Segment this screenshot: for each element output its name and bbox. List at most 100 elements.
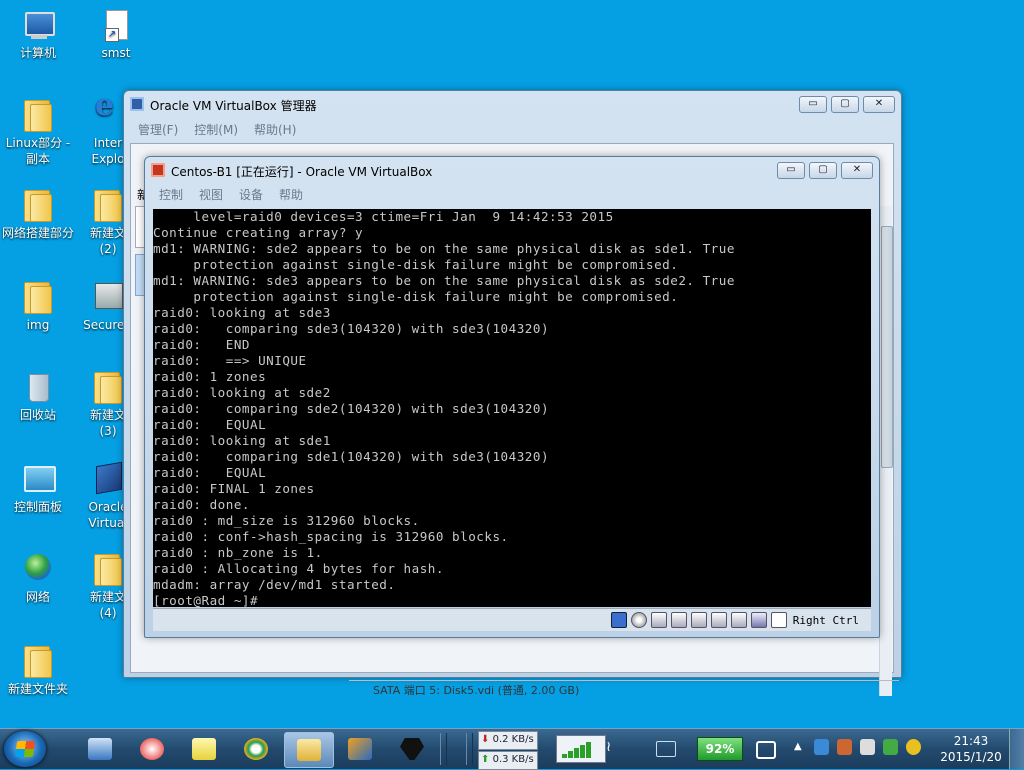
close-button[interactable]: ✕ (863, 96, 895, 113)
control-panel-icon (21, 462, 56, 496)
taskbar-separator[interactable] (466, 733, 473, 765)
vm-title: Centos-B1 [正在运行] - Oracle VM VirtualBox (171, 165, 433, 179)
maximize-button[interactable]: ▢ (831, 96, 859, 113)
optical-drive-icon[interactable] (630, 612, 647, 628)
virtualbox-taskbar-icon (348, 738, 372, 760)
minimize-button[interactable]: ▭ (799, 96, 827, 113)
manager-titlebar[interactable]: Oracle VM VirtualBox 管理器 ▭ ▢ ✕ (124, 91, 901, 117)
wireless-icon[interactable]: ≀ (606, 739, 624, 759)
desktop-icon-network[interactable]: 网络 (2, 552, 74, 605)
vm-window-icon (151, 163, 165, 177)
start-button[interactable] (4, 731, 46, 767)
manager-scrollbar[interactable] (879, 206, 893, 696)
tool-icon (400, 738, 424, 760)
virtualbox-icon (91, 462, 125, 496)
minimize-button[interactable]: ▭ (777, 162, 805, 179)
mouse-integration-icon[interactable] (750, 612, 767, 628)
vm-titlebar[interactable]: Centos-B1 [正在运行] - Oracle VM VirtualBox … (145, 157, 879, 183)
menu-view[interactable]: 视图 (199, 185, 223, 205)
shield-icon[interactable] (883, 739, 898, 755)
folder-icon (91, 188, 125, 222)
menu-help[interactable]: 帮助 (279, 185, 303, 205)
scrollbar-thumb[interactable] (881, 226, 893, 468)
menu-manage[interactable]: 管理(F) (138, 120, 178, 140)
download-speed-value: 0.2 KB/s (492, 734, 534, 745)
network-icon[interactable] (690, 612, 707, 628)
virtualbox-icon (130, 97, 144, 111)
taskbar-360[interactable] (232, 732, 280, 766)
taskbar-separator[interactable] (440, 733, 447, 765)
clock-time: 21:43 (953, 734, 989, 748)
desktop-icon-computer[interactable]: 计算机 (2, 8, 74, 61)
taskbar-sticky-notes[interactable] (180, 732, 228, 766)
clock-date: 2015/1/20 (940, 750, 1002, 764)
display-icon[interactable] (710, 612, 727, 628)
desktop-icon-label: 控制面板 (13, 500, 62, 514)
close-button[interactable]: ✕ (841, 162, 873, 179)
desktop-icon-network-folder[interactable]: 网络搭建部分 (2, 188, 74, 241)
shared-folder-icon[interactable] (670, 612, 687, 628)
manager-title: Oracle VM VirtualBox 管理器 (150, 99, 317, 113)
taskbar-feiq[interactable] (128, 732, 176, 766)
taskbar-explorer[interactable] (284, 732, 334, 768)
desktop-icon-recycle-bin[interactable]: 回收站 (2, 370, 74, 423)
network-speed-widget[interactable]: ⬇ 0.2 KB/s ⬆ 0.3 KB/s (478, 731, 538, 770)
vm-menubar: 控制 视图 设备 帮助 (151, 185, 873, 205)
vm-window[interactable]: Centos-B1 [正在运行] - Oracle VM VirtualBox … (144, 156, 880, 638)
desktop-icon-control-panel[interactable]: 控制面板 (2, 462, 74, 515)
desktop-icon-label: 网络搭建部分 (2, 226, 75, 240)
taskbar-remote-desktop[interactable] (76, 732, 124, 766)
remote-desktop-icon (88, 738, 112, 760)
battery-indicator[interactable]: 92% (697, 737, 743, 761)
usb-icon[interactable] (650, 612, 667, 628)
download-speed: ⬇ 0.2 KB/s (478, 731, 538, 750)
folder-icon (21, 644, 55, 678)
keyboard-icon[interactable] (656, 741, 676, 757)
menu-help[interactable]: 帮助(H) (254, 120, 296, 140)
tray-plus-icon[interactable] (906, 739, 921, 755)
taskbar-tool[interactable] (388, 732, 436, 766)
recycle-bin-icon (21, 370, 55, 404)
shortcut-icon (99, 8, 133, 42)
host-key-label: Right Ctrl (792, 613, 859, 627)
tray-expand-button[interactable]: ▲ (794, 741, 802, 752)
signal-strength-widget[interactable] (556, 735, 606, 763)
desktop-icon-new-folder[interactable]: 新建文件夹 (2, 644, 74, 697)
hard-disk-icon[interactable] (610, 612, 627, 628)
show-desktop-button[interactable] (1009, 729, 1024, 769)
menu-control[interactable]: 控制 (159, 185, 183, 205)
console-output: level=raid0 devices=3 ctime=Fri Jan 9 14… (153, 209, 735, 607)
system-clock[interactable]: 21:43 2015/1/20 (940, 733, 1002, 765)
upload-speed-value: 0.3 KB/s (492, 754, 534, 765)
tray-app-icon[interactable] (814, 739, 829, 755)
folder-icon (21, 188, 55, 222)
manager-menubar: 管理(F) 控制(M) 帮助(H) (130, 120, 895, 140)
maximize-button[interactable]: ▢ (809, 162, 837, 179)
tray-network-icon[interactable] (837, 739, 852, 755)
menu-devices[interactable]: 设备 (239, 185, 263, 205)
desktop-icon-label: Linux部分 - (5, 136, 71, 150)
menu-control[interactable]: 控制(M) (194, 120, 238, 140)
capture-icon[interactable] (730, 612, 747, 628)
desktop-icon-label: 回收站 (19, 408, 56, 422)
desktop-icon-label: 网络 (25, 590, 50, 604)
chat-icon (140, 738, 164, 760)
volume-icon[interactable] (860, 739, 875, 755)
taskbar-virtualbox[interactable] (336, 732, 384, 766)
power-plug-icon[interactable] (756, 741, 776, 759)
folder-icon (21, 280, 55, 314)
storage-details-text: SATA 端口 5: Disk5.vdi (普通, 2.00 GB) (373, 684, 580, 697)
desktop-icon-linux-folder[interactable]: Linux部分 - 副本 (2, 98, 74, 167)
upload-arrow-icon: ⬆ (481, 754, 490, 765)
internet-explorer-icon (91, 98, 125, 132)
folder-icon (91, 370, 125, 404)
securecrt-icon (91, 280, 125, 314)
vm-statusbar: Right Ctrl (153, 608, 871, 631)
desktop-icon-img[interactable]: img (2, 280, 74, 333)
folder-icon (21, 98, 55, 132)
vm-console[interactable]: level=raid0 devices=3 ctime=Fri Jan 9 14… (153, 209, 871, 607)
manager-details-row: SATA 端口 5: Disk5.vdi (普通, 2.00 GB) (349, 680, 899, 701)
download-icon[interactable] (770, 612, 787, 628)
download-arrow-icon: ⬇ (481, 734, 490, 745)
desktop-icon-smst[interactable]: smst (80, 8, 152, 61)
